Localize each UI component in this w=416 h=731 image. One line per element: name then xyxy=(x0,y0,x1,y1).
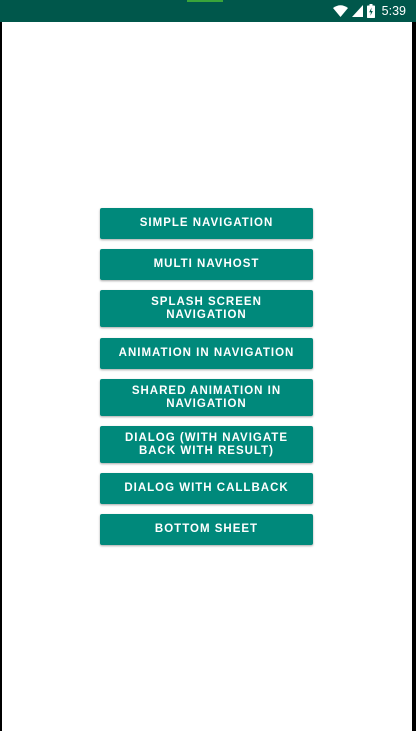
dialog-with-callback-button[interactable]: DIALOG WITH CALLBACK xyxy=(100,473,313,504)
app-screen: SIMPLE NAVIGATION MULTI NAVHOST SPLASH S… xyxy=(2,22,412,731)
dialog-navigate-back-with-result-button[interactable]: DIALOG (WITH NAVIGATE BACK WITH RESULT) xyxy=(100,426,313,463)
device-frame: 5:39 SIMPLE NAVIGATION MULTI NAVHOST SPL… xyxy=(0,0,416,731)
status-time: 5:39 xyxy=(381,4,406,18)
shared-animation-in-navigation-button[interactable]: SHARED ANIMATION IN NAVIGATION xyxy=(100,379,313,416)
simple-navigation-button[interactable]: SIMPLE NAVIGATION xyxy=(100,208,313,239)
status-bar: 5:39 xyxy=(0,0,416,22)
status-bar-indicator xyxy=(187,0,223,2)
status-icons: 5:39 xyxy=(332,3,406,19)
bottom-sheet-button[interactable]: BOTTOM SHEET xyxy=(100,514,313,545)
wifi-icon xyxy=(332,5,348,17)
cell-signal-icon xyxy=(351,5,363,17)
battery-charging-icon xyxy=(366,4,375,18)
multi-navhost-button[interactable]: MULTI NAVHOST xyxy=(100,249,313,280)
splash-screen-navigation-button[interactable]: SPLASH SCREEN NAVIGATION xyxy=(100,290,313,327)
animation-in-navigation-button[interactable]: ANIMATION IN NAVIGATION xyxy=(100,338,313,369)
